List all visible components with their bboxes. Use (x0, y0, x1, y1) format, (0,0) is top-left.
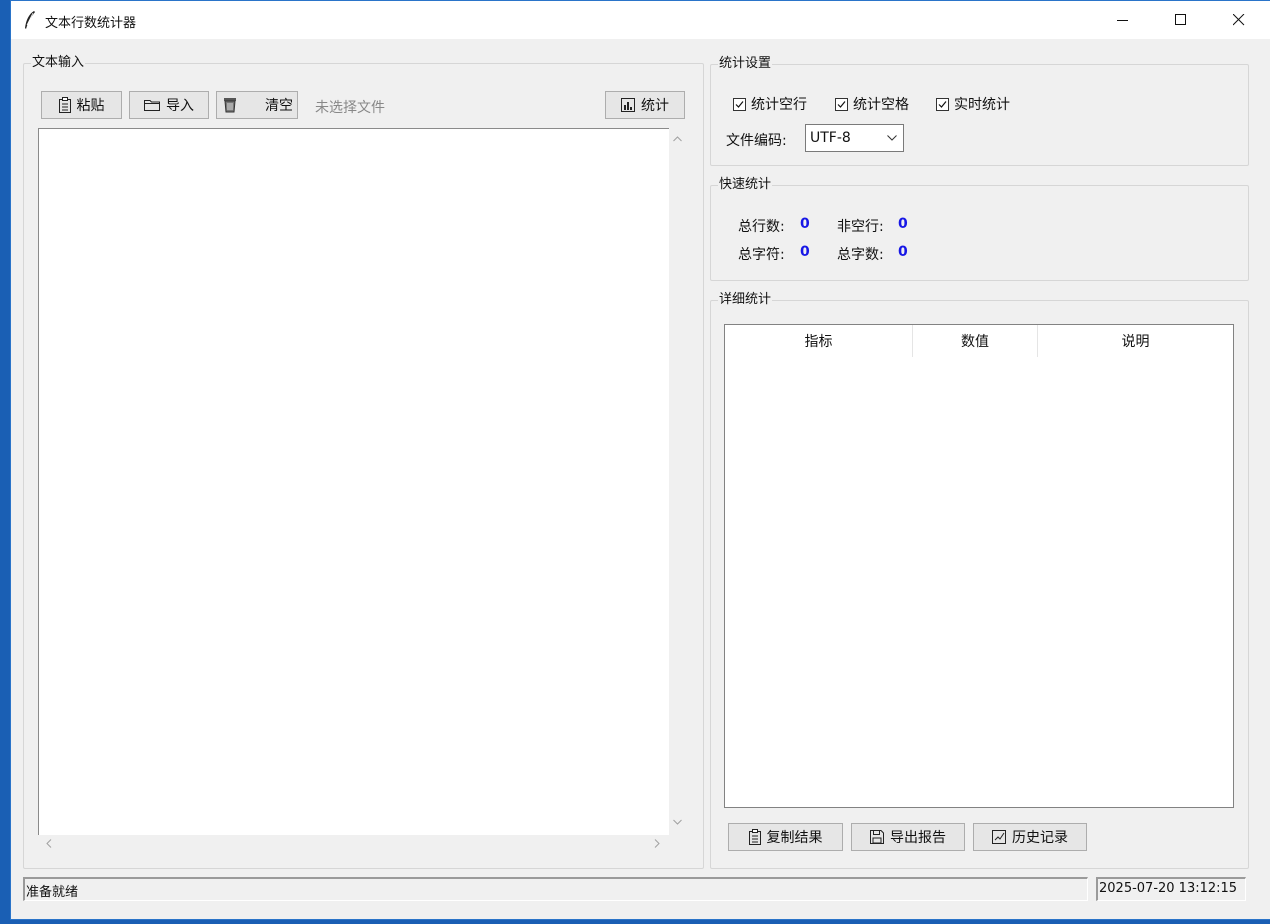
scroll-up-icon[interactable] (673, 136, 682, 142)
total-chars-label: 总字符: (738, 247, 785, 263)
export-report-button[interactable]: 导出报告 (851, 823, 965, 851)
count-empty-lines-checkbox[interactable]: 统计空行 (733, 94, 807, 114)
close-button[interactable] (1210, 1, 1268, 39)
total-lines-label: 总行数: (738, 219, 785, 235)
column-header-metric[interactable]: 指标 (725, 325, 913, 357)
copy-results-label: 复制结果 (766, 830, 823, 846)
stats-button[interactable]: 统计 (605, 91, 685, 119)
column-header-value[interactable]: 数值 (913, 325, 1038, 357)
quick-stats-group-title: 快速统计 (718, 177, 773, 193)
checkbox-box[interactable] (835, 97, 848, 111)
scroll-right-icon[interactable] (654, 839, 660, 848)
app-window: 文本行数统计器 文本输入 粘贴 导入 清空 未选择文件 统计 统计设置 统计空行… (10, 0, 1270, 920)
total-lines-value: 0 (800, 216, 810, 232)
import-button[interactable]: 导入 (129, 91, 209, 119)
count-empty-lines-label: 统计空行 (751, 97, 807, 113)
window-title: 文本行数统计器 (45, 16, 137, 31)
datetime-text: 2025-07-20 13:12:15 (1099, 881, 1238, 896)
stats-button-label: 统计 (641, 98, 669, 114)
check-icon (837, 100, 846, 108)
vertical-scrollbar[interactable] (669, 128, 686, 835)
total-words-label: 总字数: (837, 247, 884, 263)
detail-stats-table[interactable]: 指标 数值 说明 (724, 324, 1234, 808)
text-input-group-title: 文本输入 (31, 55, 86, 71)
settings-group (710, 64, 1249, 166)
encoding-select-value: UTF-8 (810, 130, 851, 146)
clipboard-icon (748, 829, 761, 845)
import-button-label: 导入 (166, 98, 194, 114)
non-empty-lines-label: 非空行: (837, 219, 884, 235)
checkbox-box[interactable] (733, 97, 746, 111)
quick-stats-group (710, 185, 1249, 281)
maximize-button[interactable] (1152, 1, 1210, 39)
bar-chart-icon (621, 98, 635, 112)
minimize-icon (1117, 20, 1128, 21)
close-icon (1233, 14, 1245, 26)
history-button[interactable]: 历史记录 (973, 823, 1087, 851)
clipboard-icon (58, 97, 71, 113)
trash-icon (224, 98, 236, 113)
check-icon (735, 100, 744, 108)
settings-group-title: 统计设置 (718, 56, 773, 72)
horizontal-scrollbar[interactable] (38, 835, 669, 852)
status-text: 准备就绪 (26, 885, 79, 900)
column-header-description[interactable]: 说明 (1038, 325, 1233, 357)
table-header: 指标 数值 说明 (725, 325, 1233, 357)
title-bar[interactable]: 文本行数统计器 (11, 1, 1270, 39)
checkbox-box[interactable] (936, 97, 949, 111)
check-icon (938, 100, 947, 108)
maximize-icon (1175, 14, 1186, 25)
total-chars-value: 0 (800, 244, 810, 260)
file-status-text: 未选择文件 (315, 100, 385, 116)
non-empty-lines-value: 0 (898, 216, 908, 232)
paste-button-label: 粘贴 (76, 98, 105, 114)
text-area[interactable] (38, 128, 669, 835)
feather-icon (25, 11, 35, 29)
realtime-label: 实时统计 (954, 97, 1010, 113)
count-spaces-label: 统计空格 (853, 97, 909, 113)
clear-button-label: 清空 (265, 98, 293, 114)
detail-stats-group-title: 详细统计 (718, 292, 773, 308)
status-bar: 准备就绪 (23, 877, 1088, 901)
checklist-icon (992, 830, 1006, 844)
history-label: 历史记录 (1012, 830, 1068, 846)
folder-icon (144, 100, 160, 111)
scroll-left-icon[interactable] (46, 839, 52, 848)
chevron-down-icon (887, 135, 897, 141)
minimize-button[interactable] (1094, 1, 1152, 39)
copy-results-button[interactable]: 复制结果 (728, 823, 843, 851)
encoding-label: 文件编码: (726, 133, 787, 149)
total-words-value: 0 (898, 244, 908, 260)
paste-button[interactable]: 粘贴 (41, 91, 122, 119)
datetime-panel: 2025-07-20 13:12:15 (1096, 877, 1246, 901)
encoding-select[interactable]: UTF-8 (805, 124, 904, 152)
floppy-disk-icon (870, 830, 884, 844)
realtime-checkbox[interactable]: 实时统计 (936, 94, 1010, 114)
scroll-down-icon[interactable] (673, 819, 682, 825)
clear-button[interactable]: 清空 (216, 91, 298, 119)
count-spaces-checkbox[interactable]: 统计空格 (835, 94, 909, 114)
export-report-label: 导出报告 (890, 830, 946, 846)
